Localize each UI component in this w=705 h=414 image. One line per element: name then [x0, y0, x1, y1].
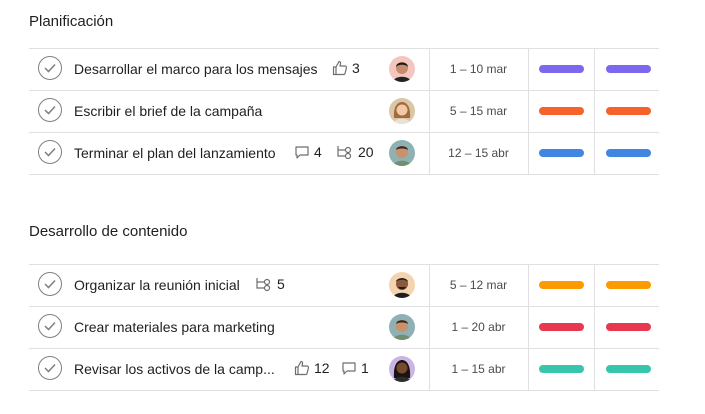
- task-row[interactable]: Crear materiales para marketing 1 – 20 a…: [29, 307, 659, 349]
- column-divider: [594, 349, 595, 390]
- complete-checkbox[interactable]: [38, 98, 62, 122]
- date-range[interactable]: 5 – 15 mar: [429, 104, 528, 118]
- subtasks-count[interactable]: 20: [336, 144, 374, 160]
- complete-checkbox[interactable]: [38, 272, 62, 296]
- avatar-3-image: [389, 140, 415, 166]
- likes-value: 3: [352, 60, 360, 76]
- complete-checkbox[interactable]: [38, 356, 62, 380]
- column-divider: [528, 307, 529, 348]
- column-divider: [594, 49, 595, 90]
- priority-pill[interactable]: [606, 281, 651, 289]
- status-pill[interactable]: [539, 149, 584, 157]
- column-divider: [528, 91, 529, 132]
- priority-pill[interactable]: [606, 107, 651, 115]
- task-name[interactable]: Revisar los activos de la camp...: [74, 361, 275, 377]
- subtask-icon: [337, 146, 352, 160]
- check-icon: [44, 321, 56, 331]
- task-row[interactable]: Desarrollar el marco para los mensajes 3…: [29, 49, 659, 91]
- comment-icon: [295, 146, 309, 159]
- status-pill[interactable]: [539, 65, 584, 73]
- task-name[interactable]: Organizar la reunión inicial: [74, 277, 240, 293]
- complete-checkbox[interactable]: [38, 56, 62, 80]
- status-pill[interactable]: [539, 107, 584, 115]
- avatar-1-image: [389, 56, 415, 82]
- column-divider: [594, 91, 595, 132]
- priority-pill[interactable]: [606, 323, 651, 331]
- comment-icon: [342, 362, 356, 375]
- task-name[interactable]: Escribir el brief de la campaña: [74, 103, 262, 119]
- comments-value: 1: [361, 360, 369, 376]
- check-icon: [44, 147, 56, 157]
- avatar[interactable]: [389, 314, 415, 340]
- column-divider: [594, 133, 595, 174]
- avatar-3-image: [389, 314, 415, 340]
- likes-value: 12: [314, 360, 330, 376]
- priority-pill[interactable]: [606, 65, 651, 73]
- task-row[interactable]: Organizar la reunión inicial 5 5 – 12 ma…: [29, 265, 659, 307]
- status-pill[interactable]: [539, 323, 584, 331]
- comments-count[interactable]: 1: [341, 360, 369, 376]
- task-name[interactable]: Terminar el plan del lanzamiento: [74, 145, 276, 161]
- column-divider: [528, 49, 529, 90]
- task-row[interactable]: Escribir el brief de la campaña 5 – 15 m…: [29, 91, 659, 133]
- avatar-4-image: [389, 272, 415, 298]
- avatar[interactable]: [389, 98, 415, 124]
- check-icon: [44, 363, 56, 373]
- check-icon: [44, 63, 56, 73]
- avatar-2-image: [389, 98, 415, 124]
- date-range[interactable]: 1 – 20 abr: [429, 320, 528, 334]
- check-icon: [44, 279, 56, 289]
- comments-count[interactable]: 4: [294, 144, 322, 160]
- task-row[interactable]: Revisar los activos de la camp... 12 1 1…: [29, 349, 659, 391]
- task-table: Organizar la reunión inicial 5 5 – 12 ma…: [29, 264, 659, 391]
- comments-value: 4: [314, 144, 322, 160]
- avatar-5-image: [389, 356, 415, 382]
- column-divider: [594, 265, 595, 306]
- status-pill[interactable]: [539, 281, 584, 289]
- avatar[interactable]: [389, 56, 415, 82]
- date-range[interactable]: 12 – 15 abr: [429, 146, 528, 160]
- likes-count[interactable]: 12: [294, 360, 330, 376]
- subtasks-value: 5: [277, 276, 285, 292]
- priority-pill[interactable]: [606, 365, 651, 373]
- likes-count[interactable]: 3: [332, 60, 360, 76]
- column-divider: [528, 133, 529, 174]
- task-table: Desarrollar el marco para los mensajes 3…: [29, 48, 659, 175]
- thumbs-up-icon: [332, 60, 348, 76]
- avatar[interactable]: [389, 356, 415, 382]
- avatar[interactable]: [389, 272, 415, 298]
- task-row[interactable]: Terminar el plan del lanzamiento 4 20 12…: [29, 133, 659, 175]
- date-range[interactable]: 1 – 10 mar: [429, 62, 528, 76]
- priority-pill[interactable]: [606, 149, 651, 157]
- complete-checkbox[interactable]: [38, 314, 62, 338]
- status-pill[interactable]: [539, 365, 584, 373]
- date-range[interactable]: 5 – 12 mar: [429, 278, 528, 292]
- subtask-icon: [256, 278, 271, 292]
- subtasks-count[interactable]: 5: [255, 276, 285, 292]
- section-title: Desarrollo de contenido: [29, 223, 188, 240]
- subtasks-value: 20: [358, 144, 374, 160]
- complete-checkbox[interactable]: [38, 140, 62, 164]
- avatar[interactable]: [389, 140, 415, 166]
- check-icon: [44, 105, 56, 115]
- section-title: Planificación: [29, 13, 114, 30]
- thumbs-up-icon: [294, 360, 310, 376]
- column-divider: [528, 265, 529, 306]
- date-range[interactable]: 1 – 15 abr: [429, 362, 528, 376]
- column-divider: [528, 349, 529, 390]
- task-name[interactable]: Desarrollar el marco para los mensajes: [74, 61, 318, 77]
- task-name[interactable]: Crear materiales para marketing: [74, 319, 275, 335]
- column-divider: [594, 307, 595, 348]
